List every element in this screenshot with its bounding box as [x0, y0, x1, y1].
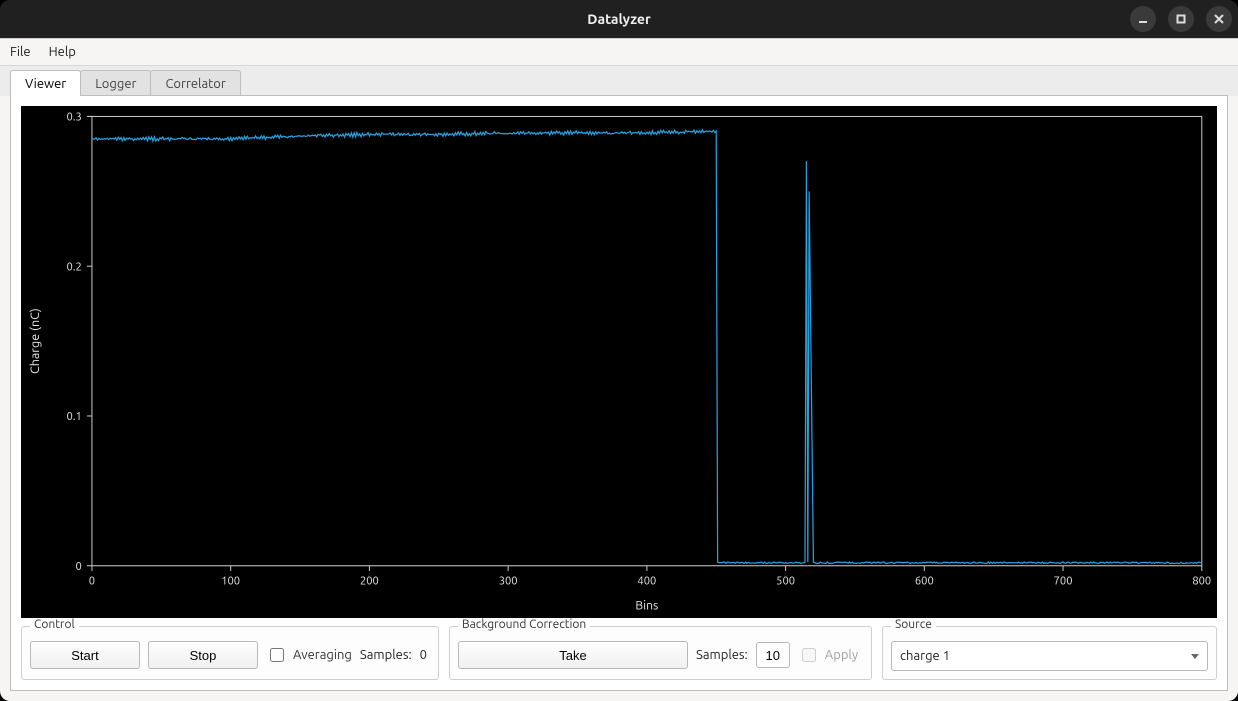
- svg-text:800: 800: [1192, 574, 1211, 587]
- panel-source: Source charge 1: [882, 626, 1217, 680]
- source-select[interactable]: charge 1: [891, 641, 1208, 671]
- svg-text:600: 600: [915, 574, 934, 587]
- svg-text:500: 500: [776, 574, 795, 587]
- averaging-checkbox-label[interactable]: Averaging: [266, 645, 352, 665]
- svg-text:700: 700: [1054, 574, 1073, 587]
- stop-button[interactable]: Stop: [148, 641, 258, 669]
- menu-help[interactable]: Help: [49, 45, 76, 59]
- tabstrip: Viewer Logger Correlator: [0, 66, 1238, 96]
- chart-area[interactable]: 0 100 200 300 400 500 600 700 800 0 0.1 0.2 0.3 Bins C…: [21, 106, 1217, 618]
- apply-checkbox-label: Apply: [798, 645, 858, 665]
- svg-text:0.3: 0.3: [67, 110, 82, 123]
- svg-text:0.1: 0.1: [67, 410, 82, 423]
- svg-text:0.2: 0.2: [67, 260, 82, 273]
- tab-correlator[interactable]: Correlator: [150, 70, 240, 96]
- tab-viewer[interactable]: Viewer: [10, 70, 81, 96]
- tab-logger[interactable]: Logger: [80, 70, 151, 96]
- minimize-button[interactable]: [1130, 6, 1156, 32]
- svg-text:200: 200: [360, 574, 379, 587]
- svg-text:0: 0: [89, 574, 95, 587]
- averaging-checkbox[interactable]: [270, 648, 284, 662]
- svg-text:Bins: Bins: [635, 598, 658, 612]
- source-select-value: charge 1: [900, 649, 950, 663]
- start-button[interactable]: Start: [30, 641, 140, 669]
- svg-text:0: 0: [76, 560, 82, 573]
- panel-control-title: Control: [30, 618, 79, 631]
- control-samples-label: Samples:: [360, 648, 412, 662]
- svg-text:300: 300: [499, 574, 518, 587]
- control-samples-value: 0: [420, 648, 427, 662]
- tab-panel-viewer: 0 100 200 300 400 500 600 700 800 0 0.1 0.2 0.3 Bins C…: [10, 95, 1228, 691]
- panel-background-correction: Background Correction Take Samples: Appl…: [449, 626, 872, 680]
- window-title: Datalyzer: [0, 11, 1238, 27]
- panel-source-title: Source: [891, 618, 936, 631]
- menu-file[interactable]: File: [10, 45, 31, 59]
- svg-text:Charge (nC): Charge (nC): [28, 308, 42, 374]
- maximize-button[interactable]: [1168, 6, 1194, 32]
- bg-samples-input[interactable]: [756, 642, 790, 668]
- bg-samples-label: Samples:: [696, 648, 748, 662]
- panel-bg-title: Background Correction: [458, 618, 590, 631]
- close-button[interactable]: [1206, 6, 1232, 32]
- menubar: File Help: [0, 39, 1238, 66]
- svg-text:100: 100: [221, 574, 240, 587]
- svg-text:400: 400: [637, 574, 656, 587]
- chevron-down-icon: [1191, 654, 1199, 659]
- panel-control: Control Start Stop Averaging Samples: 0: [21, 626, 439, 680]
- take-button[interactable]: Take: [458, 641, 688, 669]
- apply-checkbox: [802, 648, 816, 662]
- titlebar: Datalyzer: [0, 0, 1238, 38]
